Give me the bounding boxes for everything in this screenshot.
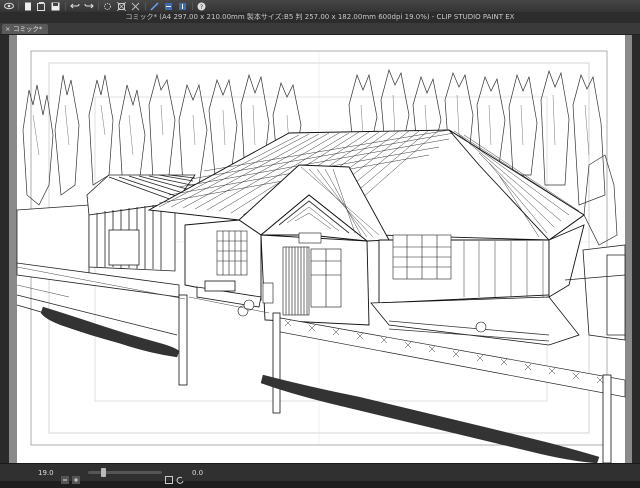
tab-label: コミック* [13, 25, 43, 33]
cut-icon[interactable] [130, 2, 141, 11]
guide-icon[interactable] [177, 2, 188, 11]
window-title: コミック* (A4 297.00 x 210.00mm 製本サイズ:B5 判 2… [0, 12, 640, 23]
zoom-slider[interactable] [88, 468, 162, 477]
new-icon[interactable] [22, 2, 33, 11]
vertical-scrollbar[interactable] [632, 35, 640, 463]
right-window [392, 234, 452, 280]
open-icon[interactable] [36, 1, 47, 11]
canvas-area[interactable] [9, 35, 632, 463]
rotate-icon[interactable] [176, 469, 184, 484]
toolbar-separator [65, 2, 66, 10]
help-icon[interactable]: ? [196, 2, 207, 11]
crop-icon[interactable] [116, 1, 127, 11]
toolbar-separator [145, 2, 146, 10]
rotation-angle[interactable]: 0.0 [192, 469, 203, 477]
left-window [216, 230, 248, 276]
transform-icon[interactable] [102, 2, 113, 11]
redo-icon[interactable] [83, 2, 94, 11]
ruler-icon[interactable] [149, 1, 160, 11]
eye-icon[interactable] [3, 2, 14, 11]
zoom-in-icon[interactable] [72, 469, 80, 484]
zoom-slider-knob[interactable] [101, 468, 106, 477]
toolbar-separator [98, 2, 99, 10]
left-panel-edge [0, 35, 9, 463]
snap-icon[interactable] [163, 2, 174, 11]
save-icon[interactable] [50, 2, 61, 11]
toolbar-separator [192, 2, 193, 10]
document-tab[interactable]: × コミック* [2, 24, 48, 34]
document-tab-bar: × コミック* [0, 23, 640, 35]
close-icon[interactable]: × [5, 24, 11, 34]
svg-text:?: ? [200, 4, 203, 11]
fit-icon[interactable] [165, 469, 173, 484]
status-bar: 19.0 0.0 [0, 463, 640, 484]
manga-page-canvas[interactable] [9, 35, 632, 463]
undo-icon[interactable] [69, 2, 80, 11]
toolbar-separator [18, 2, 19, 10]
zoom-out-icon[interactable] [61, 469, 69, 484]
zoom-value[interactable]: 19.0 [38, 469, 58, 477]
